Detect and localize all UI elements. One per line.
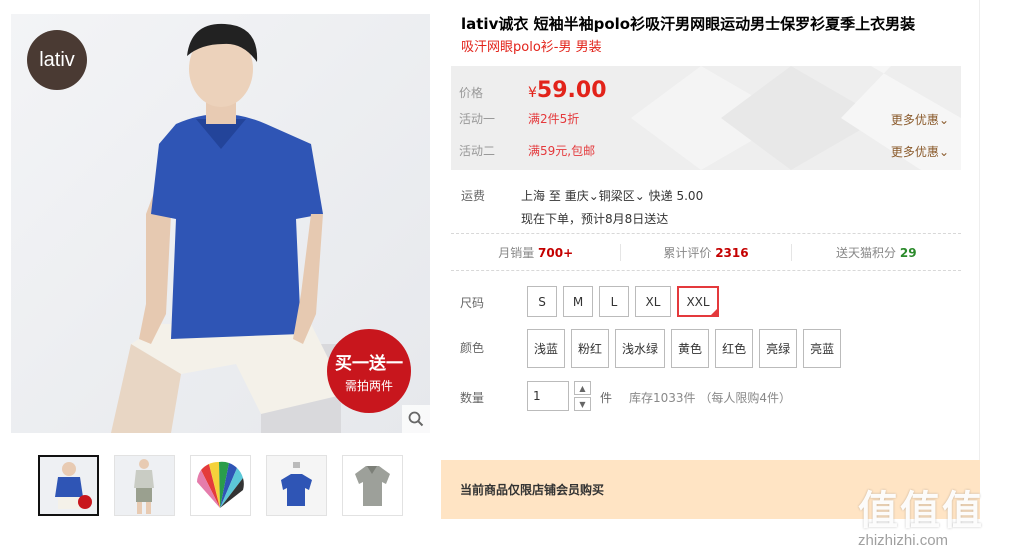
color-option-yellow[interactable]: 黄色 [671, 329, 710, 368]
chevron-down-icon: ⌄ [938, 145, 949, 159]
thumbnail-gray-polo[interactable] [342, 455, 403, 516]
reviews-value: 2316 [715, 245, 749, 260]
city-dropdown[interactable]: 重庆⌄ [565, 189, 599, 203]
shipping-line: 上海 至 重庆⌄铜梁区⌄ 快递 5.00 [521, 187, 703, 204]
ship-from: 上海 [521, 189, 546, 203]
promo1-value: 满2件5折 [528, 112, 580, 126]
more-offers-label: 更多优惠 [890, 113, 939, 127]
right-divider [979, 0, 980, 460]
chevron-down-icon: ⌄ [588, 189, 599, 203]
size-option-l[interactable]: L [599, 286, 629, 317]
size-option-xl[interactable]: XL [635, 286, 671, 317]
thumbnail-model-full-body[interactable] [114, 455, 175, 516]
more-offers-label: 更多优惠 [890, 145, 939, 159]
product-title: lativ诚衣 短袖半袖polo衫吸汗男网眼运动男士保罗衫夏季上衣男装 [461, 15, 916, 33]
color-selector: 浅蓝 粉红 浅水绿 黄色 红色 亮绿 亮蓝 [527, 329, 842, 368]
promo-badge-sub: 需拍两件 [344, 379, 393, 393]
color-option-bright-blue[interactable]: 亮蓝 [803, 329, 842, 368]
color-option-red[interactable]: 红色 [715, 329, 754, 368]
size-option-xxl[interactable]: XXL [677, 286, 719, 317]
monthly-sales-value: 700+ [538, 245, 574, 260]
quantity-unit: 件 [600, 391, 613, 405]
price-value: 59.00 [536, 78, 607, 103]
monthly-sales-label: 月销量 [498, 245, 535, 260]
stock-info: 库存1033件 （每人限购4件） [629, 389, 791, 406]
promo2-value: 满59元,包邮 [528, 144, 596, 158]
promo-badge-main: 买一送一 [335, 354, 403, 374]
district-value: 铜梁区 [598, 189, 635, 203]
chevron-down-icon: ⌄ [634, 189, 645, 203]
quantity-input[interactable] [527, 381, 569, 411]
product-subtitle: 吸汗网眼polo衫-男 男装 [461, 40, 602, 55]
chevron-down-icon[interactable]: ▼ [574, 397, 591, 411]
more-offers-link-2[interactable]: 更多优惠⌄ [891, 143, 949, 160]
district-dropdown[interactable]: 铜梁区⌄ [599, 189, 645, 203]
chevron-down-icon: ⌄ [938, 113, 949, 127]
sales-stats: 月销量 700+ 累计评价 2316 送天猫积分 29 [451, 233, 961, 271]
color-option-pink[interactable]: 粉红 [571, 329, 610, 368]
main-product-image[interactable]: lativ 买一送一 需拍两件 [11, 14, 430, 433]
delivery-eta: 现在下单，预计8月8日送达 [521, 212, 669, 226]
price-row: 价格 ¥59.00 [459, 78, 607, 103]
color-option-bright-green[interactable]: 亮绿 [759, 329, 798, 368]
color-option-light-blue[interactable]: 浅蓝 [527, 329, 566, 368]
promo2-label: 活动二 [459, 144, 496, 158]
purchase-limit-text: （每人限购4件） [699, 391, 792, 405]
city-value: 重庆 [564, 189, 589, 203]
currency-symbol: ¥ [528, 85, 537, 101]
thumbnail-color-fan[interactable] [190, 455, 251, 516]
thumbnail-folded-polo[interactable] [266, 455, 327, 516]
promo-row-2: 活动二 满59元,包邮 [459, 142, 595, 159]
chevron-up-icon[interactable]: ▲ [574, 381, 591, 395]
size-option-m[interactable]: M [563, 286, 593, 317]
stat-monthly-sales: 月销量 700+ [451, 243, 622, 261]
promo1-label: 活动一 [459, 112, 496, 126]
promo-row-1: 活动一 满2件5折 [459, 110, 579, 127]
brand-logo: lativ [27, 30, 87, 90]
watermark-url: zhizhizhi.com [858, 532, 949, 549]
stat-reviews[interactable]: 累计评价 2316 [621, 243, 792, 261]
color-option-light-aqua[interactable]: 浅水绿 [615, 329, 666, 368]
price-panel: 价格 ¥59.00 活动一 满2件5折 更多优惠⌄ 活动二 满59元,包邮 更多优惠⌄ [451, 66, 961, 170]
stat-points: 送天猫积分 29 [792, 244, 961, 261]
ship-method: 快递 5.00 [648, 189, 704, 203]
thumbnail-model-front[interactable] [38, 455, 99, 516]
points-value: 29 [899, 245, 917, 260]
watermark-logo: 值值值 [858, 488, 984, 534]
quantity-label: 数量 [460, 391, 485, 405]
points-label: 送天猫积分 [836, 245, 897, 260]
price-label: 价格 [459, 86, 484, 100]
more-offers-link-1[interactable]: 更多优惠⌄ [891, 111, 949, 128]
stock-text: 库存1033件 [629, 391, 696, 405]
size-selector: S M L XL XXL [527, 286, 719, 317]
ship-to-word: 至 [548, 189, 561, 203]
magnifier-icon[interactable] [402, 405, 430, 433]
promo-badge: 买一送一 需拍两件 [327, 329, 411, 413]
size-label: 尺码 [460, 296, 485, 310]
color-label: 颜色 [460, 341, 485, 355]
size-option-s[interactable]: S [527, 286, 557, 317]
reviews-label: 累计评价 [663, 245, 712, 260]
thumbnail-strip [38, 455, 403, 516]
shipping-label: 运费 [461, 189, 486, 203]
